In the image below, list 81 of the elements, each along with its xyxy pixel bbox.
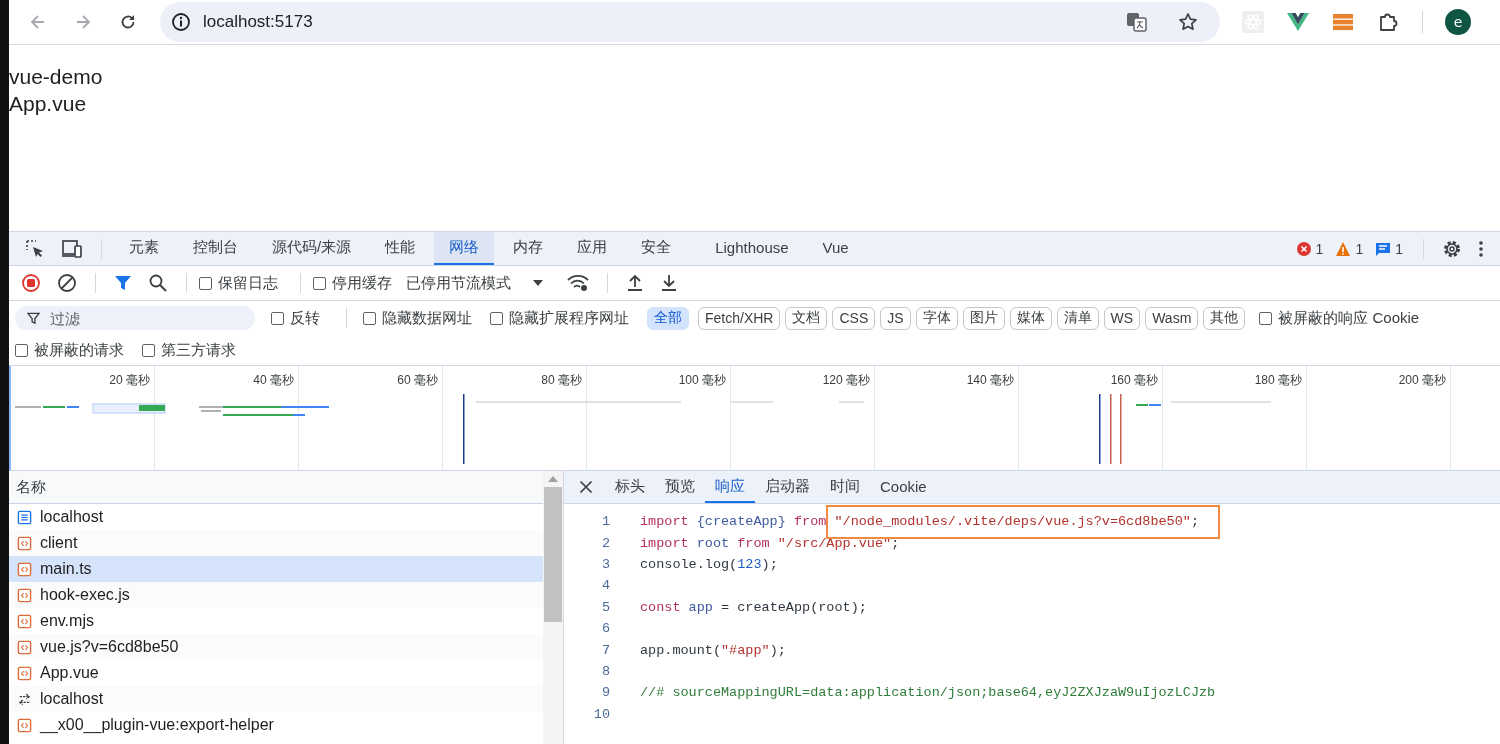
time-tick-label: 100 毫秒: [678, 372, 726, 388]
profile-avatar[interactable]: e: [1445, 9, 1471, 35]
invert-checkbox[interactable]: 反转: [271, 308, 320, 328]
request-row[interactable]: hook-exec.js: [9, 582, 543, 608]
page-text: App.vue: [9, 91, 88, 117]
devtools-tab[interactable]: 网络: [434, 232, 495, 265]
request-row[interactable]: env.mjs: [9, 608, 543, 634]
line-number: 4: [600, 578, 610, 594]
time-tick-label: 40 毫秒: [253, 372, 294, 388]
type-filter-chip[interactable]: WS: [1103, 306, 1141, 330]
request-row[interactable]: __x00__plugin-vue:export-helper: [9, 712, 543, 738]
type-filter-chip[interactable]: 全部: [647, 306, 689, 330]
code-line: import root from "/src/App.vue";: [640, 535, 900, 551]
warning-count[interactable]: 1: [1355, 240, 1364, 257]
type-filter-chip[interactable]: 图片: [962, 306, 1005, 330]
time-tick-label: 140 毫秒: [966, 372, 1014, 388]
line-number: 1: [600, 514, 610, 530]
detail-tab[interactable]: 标头: [605, 471, 655, 503]
time-tick-label: 200 毫秒: [1398, 372, 1446, 388]
detail-tab[interactable]: 响应: [705, 471, 755, 503]
line-number: 6: [600, 621, 610, 637]
type-filter-chip[interactable]: 媒体: [1009, 306, 1052, 330]
code-line: app.mount("#app");: [640, 642, 786, 658]
time-tick-label: 120 毫秒: [822, 372, 870, 388]
filter-field[interactable]: 过滤: [15, 306, 255, 330]
filter-checkbox[interactable]: 隐藏数据网址: [363, 308, 472, 328]
request-row[interactable]: main.ts: [9, 556, 543, 582]
time-tick-label: 20 毫秒: [109, 372, 150, 388]
code-line: //# sourceMappingURL=data:application/json;base64,eyJ2ZXJzaW9uIjozLCJzb: [640, 685, 1216, 701]
code-line: const app = createApp(root);: [640, 599, 867, 615]
devtools-tab[interactable]: 内存: [498, 232, 559, 265]
time-tick-label: 80 毫秒: [541, 372, 582, 388]
type-filter-chip[interactable]: CSS: [832, 306, 876, 330]
throttle-dropdown[interactable]: 已停用节流模式: [406, 273, 543, 293]
type-filter-chip[interactable]: 清单: [1056, 306, 1099, 330]
devtools-tab[interactable]: 应用: [562, 232, 623, 265]
filter-checkbox[interactable]: 隐藏扩展程序网址: [490, 308, 629, 328]
time-tick-label: 60 毫秒: [397, 372, 438, 388]
detail-tab[interactable]: 启动器: [755, 471, 820, 503]
request-row[interactable]: App.vue: [9, 660, 543, 686]
column-header[interactable]: 名称: [9, 471, 543, 504]
request-row[interactable]: localhost: [9, 504, 543, 530]
devtools-tab[interactable]: 元素: [114, 232, 174, 265]
devtools-tab[interactable]: 安全: [626, 232, 687, 265]
error-count[interactable]: 1: [1315, 240, 1324, 257]
line-number: 2: [600, 535, 610, 551]
filter-checkbox[interactable]: 第三方请求: [142, 340, 236, 360]
type-filter-chip[interactable]: 文档: [785, 306, 828, 330]
type-filter-chip[interactable]: 字体: [915, 306, 958, 330]
line-number: 8: [600, 663, 610, 679]
request-row[interactable]: client: [9, 530, 543, 556]
type-filter-chip[interactable]: Fetch/XHR: [698, 306, 781, 330]
disable-cache-checkbox[interactable]: 停用缓存: [313, 273, 392, 293]
code-line: console.log(123);: [640, 556, 778, 572]
line-number: 5: [600, 599, 610, 615]
code-line: import {createApp} from "/node_modules/.vite/deps/vue.js?v=6cd8be50";: [640, 514, 1199, 530]
type-filter-chip[interactable]: Wasm: [1145, 306, 1199, 330]
preserve-log-checkbox[interactable]: 保留日志: [199, 273, 278, 293]
request-row[interactable]: localhost: [9, 686, 543, 712]
type-filter-chip[interactable]: JS: [880, 306, 911, 330]
line-number: 7: [600, 642, 610, 658]
type-filter-chip[interactable]: 其他: [1203, 306, 1246, 330]
devtools-tab[interactable]: Vue: [807, 232, 864, 265]
line-number: 3: [600, 556, 610, 572]
blocked-cookies-checkbox[interactable]: 被屏蔽的响应 Cookie: [1259, 308, 1420, 328]
devtools-tab[interactable]: Lighthouse: [700, 232, 804, 265]
request-row[interactable]: vue.js?v=6cd8be50: [9, 634, 543, 660]
line-number: 9: [600, 685, 610, 701]
address-bar[interactable]: localhost:5173: [160, 2, 1220, 42]
message-count[interactable]: 1: [1395, 240, 1403, 257]
time-tick-label: 180 毫秒: [1254, 372, 1302, 388]
filter-checkbox[interactable]: 被屏蔽的请求: [15, 340, 124, 360]
line-number: 10: [592, 706, 610, 722]
detail-tab[interactable]: 预览: [655, 471, 705, 503]
devtools-tab[interactable]: 源代码/来源: [257, 232, 367, 265]
time-tick-label: 160 毫秒: [1110, 372, 1158, 388]
detail-tab[interactable]: Cookie: [870, 471, 937, 503]
devtools-tab[interactable]: 性能: [370, 232, 431, 265]
devtools-tab[interactable]: 控制台: [178, 232, 253, 265]
detail-tab[interactable]: 时间: [820, 471, 870, 503]
page-text: vue-demo: [9, 64, 104, 90]
